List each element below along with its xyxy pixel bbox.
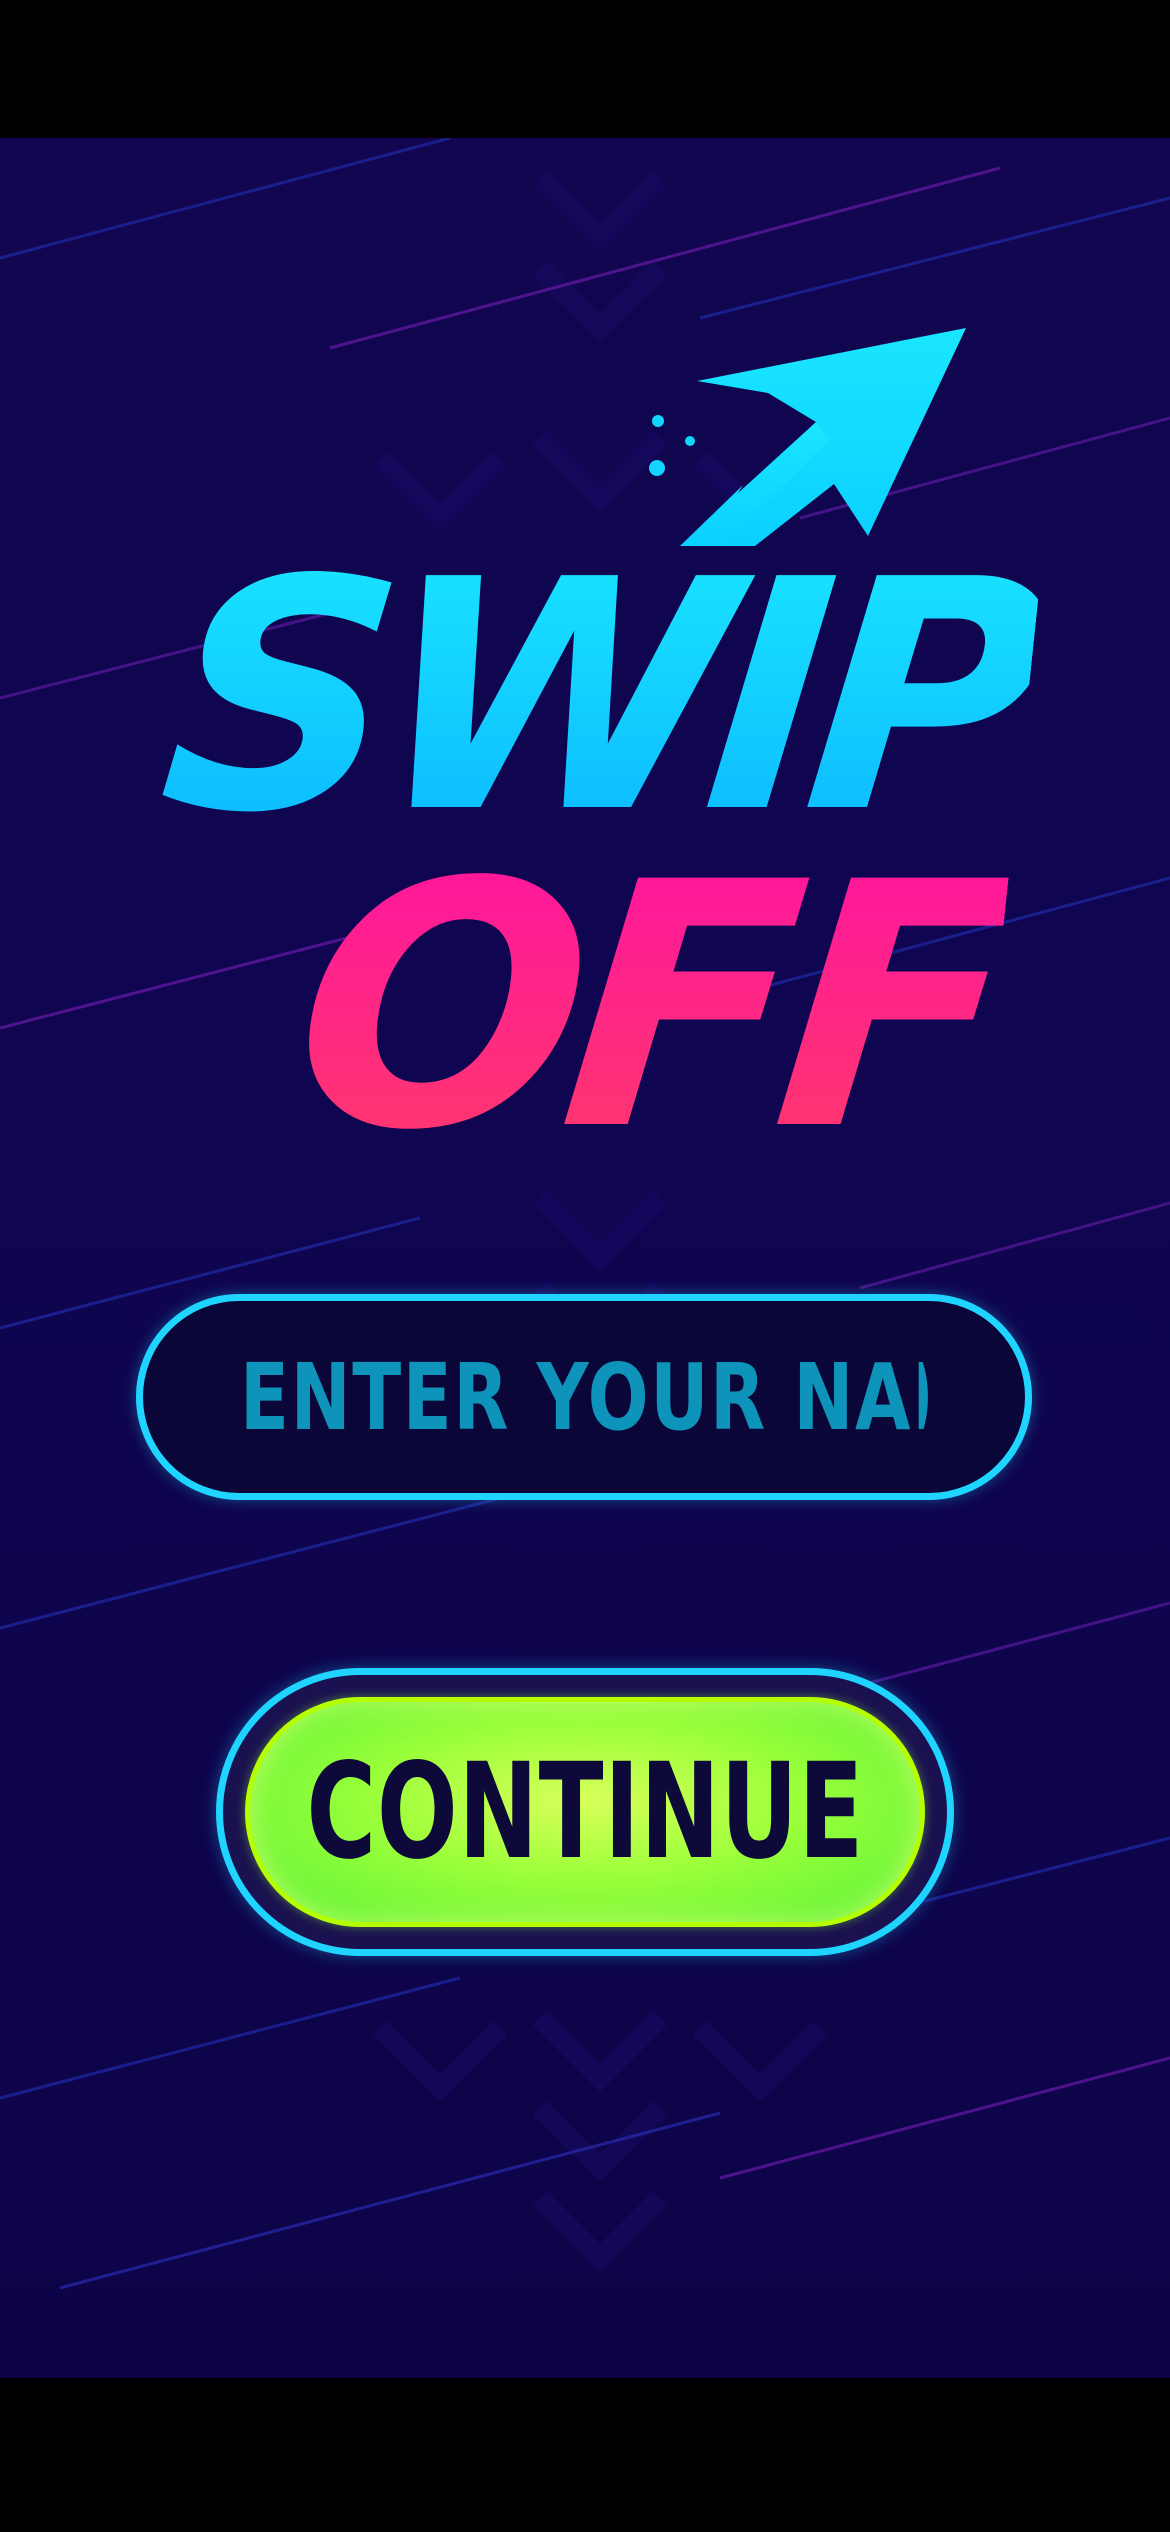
title-swipe: SWIPE — [148, 512, 1170, 882]
app-screen: SWIPE OFF CONTINUE — [0, 0, 1170, 2532]
name-input[interactable] — [240, 1301, 928, 1493]
letterbox-top — [0, 0, 1170, 138]
continue-button-frame: CONTINUE — [216, 1668, 954, 1956]
name-field[interactable] — [136, 1294, 1032, 1500]
start-screen: SWIPE OFF CONTINUE — [0, 138, 1170, 2378]
continue-button[interactable]: CONTINUE — [245, 1697, 925, 1927]
letterbox-bottom — [0, 2378, 1170, 2532]
title-off: OFF — [279, 810, 1016, 1204]
game-logo: SWIPE OFF — [0, 138, 1170, 1204]
continue-label: CONTINUE — [306, 1735, 864, 1889]
